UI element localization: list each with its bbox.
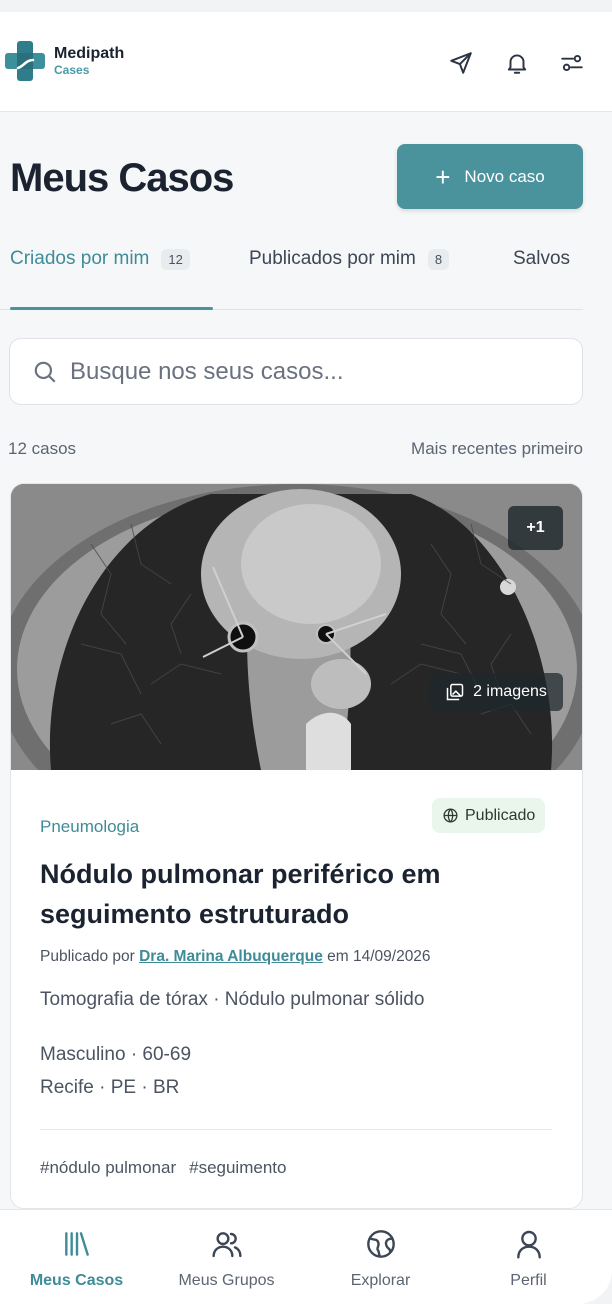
- nav-item-explore[interactable]: Explorar: [304, 1210, 457, 1304]
- brand-logo[interactable]: Medipath Cases: [2, 38, 124, 84]
- author-link[interactable]: Dra. Marina Albuquerque: [139, 948, 323, 965]
- card-divider: [40, 1129, 552, 1130]
- tab-count: 12: [161, 248, 190, 270]
- brand-name: Medipath: [54, 45, 125, 62]
- user-icon: [516, 1230, 541, 1259]
- medipath-logo-icon: [5, 41, 45, 81]
- nav-item-my-groups[interactable]: Meus Grupos: [150, 1210, 303, 1304]
- tab-count: 8: [427, 248, 450, 270]
- patient-demographics: Masculino · 60-69: [40, 1044, 192, 1065]
- case-title[interactable]: Nódulo pulmonar periférico em seguimento…: [40, 854, 560, 934]
- tab-saved[interactable]: Salvos: [513, 248, 570, 270]
- top-header: Medipath Cases: [0, 12, 612, 112]
- search-input[interactable]: [70, 357, 550, 386]
- nav-label: Meus Grupos: [178, 1272, 275, 1289]
- bell-icon[interactable]: [502, 48, 532, 78]
- globe-icon: [366, 1230, 395, 1258]
- tag[interactable]: #seguimento: [189, 1158, 286, 1178]
- bottom-nav: Meus Casos Meus Grupos Explorar Perfil: [0, 1209, 612, 1304]
- tab-published[interactable]: Publicados por mim 8: [249, 248, 450, 270]
- image-count-badge: 2 imagens: [429, 673, 563, 711]
- tab-label: Salvos: [513, 248, 571, 269]
- ct-scan-image: [11, 484, 582, 770]
- byline: Publicado por Dra. Marina Albuquerque em…: [40, 948, 431, 966]
- case-tags: #nódulo pulmonar #seguimento: [40, 1158, 299, 1178]
- status-badge: Publicado: [432, 798, 546, 833]
- new-case-label: Novo caso: [464, 166, 545, 186]
- settings-sliders-icon[interactable]: [557, 48, 587, 78]
- extra-images-badge: +1: [508, 506, 563, 550]
- nav-item-my-cases[interactable]: Meus Casos: [0, 1210, 153, 1304]
- new-case-button[interactable]: + Novo caso: [397, 144, 583, 209]
- globe-icon: [443, 808, 458, 823]
- exam-info: Tomografia de tórax · Nódulo pulmonar só…: [40, 989, 425, 1010]
- tab-created[interactable]: Criados por mim 12: [10, 248, 190, 270]
- nav-item-profile[interactable]: Perfil: [452, 1210, 605, 1304]
- case-tabs: Criados por mim 12 Publicados por mim 8 …: [0, 244, 583, 310]
- image-count-label: 2 imagens: [473, 683, 547, 700]
- brand-sub: Cases: [54, 63, 90, 77]
- specialty-label: Pneumologia: [40, 817, 140, 836]
- status-strip: [0, 0, 612, 12]
- app-screen: Medipath Cases Meus Casos + Novo caso Cr…: [0, 12, 612, 1304]
- sort-order[interactable]: Mais recentes primeiro: [411, 439, 583, 459]
- patient-location: Recife · PE · BR: [40, 1077, 180, 1098]
- nav-label: Meus Casos: [29, 1272, 124, 1289]
- tab-label: Criados por mim: [10, 248, 150, 269]
- case-image[interactable]: +1 2 imagens: [11, 484, 582, 770]
- byline-suffix: em 14/09/2026: [322, 948, 431, 965]
- case-card[interactable]: +1 2 imagens Pneumologia Publicado Nódul…: [10, 483, 583, 1209]
- gallery-icon: [446, 683, 464, 701]
- nav-label: Perfil: [510, 1272, 547, 1289]
- page-title: Meus Casos: [10, 156, 234, 200]
- byline-prefix: Publicado por: [40, 948, 140, 965]
- send-icon[interactable]: [446, 48, 476, 78]
- search-box: [9, 338, 583, 405]
- tag[interactable]: #nódulo pulmonar: [40, 1158, 176, 1178]
- plus-icon: +: [435, 161, 451, 192]
- tab-label: Publicados por mim: [249, 248, 416, 269]
- status-label: Publicado: [465, 806, 536, 824]
- active-tab-indicator: [10, 307, 213, 310]
- search-icon: [34, 361, 56, 383]
- library-icon: [64, 1232, 89, 1256]
- users-icon: [211, 1232, 242, 1258]
- case-count: 12 casos: [8, 439, 77, 458]
- nav-label: Explorar: [350, 1272, 411, 1289]
